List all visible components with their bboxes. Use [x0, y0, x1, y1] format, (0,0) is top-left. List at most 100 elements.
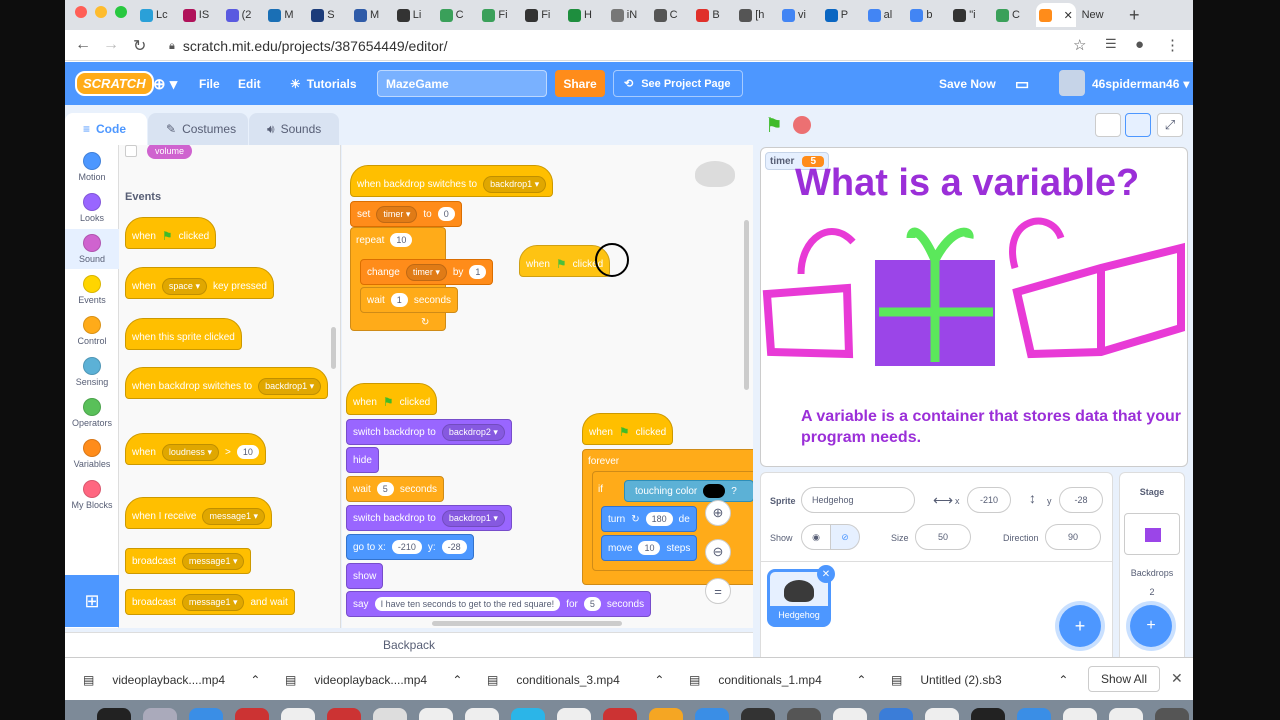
tab-sounds[interactable]: 🔊︎ Sounds	[249, 113, 339, 145]
add-backdrop-icon[interactable]: +	[1130, 605, 1172, 647]
repeat-count[interactable]: 10	[390, 233, 413, 247]
volume-reporter[interactable]: volume	[147, 145, 193, 159]
palette-when-flag-clicked[interactable]: when ⚑ clicked	[125, 217, 217, 249]
zoom-in-icon[interactable]: ⊕	[705, 500, 731, 526]
dock-app-icon[interactable]	[695, 708, 729, 720]
palette-broadcast-and-wait[interactable]: broadcast message1 ▾ and wait	[125, 589, 295, 615]
backdrop-dropdown[interactable]: backdrop2 ▾	[441, 423, 505, 441]
browser-tab[interactable]: M	[265, 3, 305, 27]
bookmark-star-icon[interactable]: ☆	[1073, 36, 1086, 54]
dock-app-icon[interactable]	[419, 708, 453, 720]
browser-tab[interactable]: C	[651, 3, 691, 27]
dock-app-icon[interactable]	[1155, 708, 1189, 720]
backpack-bar[interactable]: Backpack	[65, 632, 753, 657]
browser-tab[interactable]: S	[308, 3, 348, 27]
switch-backdrop-block[interactable]: switch backdrop to backdrop1 ▾	[346, 505, 512, 531]
change-value[interactable]: 1	[469, 265, 487, 279]
wait-block[interactable]: wait 5 seconds	[346, 476, 445, 502]
go-to-xy-block[interactable]: go to x: -210 y: -28	[346, 534, 474, 560]
category-looks[interactable]: Looks	[65, 188, 119, 228]
new-tab-button[interactable]: +	[1129, 5, 1140, 26]
touching-color-block[interactable]: touching color ?	[624, 480, 753, 502]
close-downloads-icon[interactable]: ✕	[1171, 670, 1183, 687]
close-tab-icon[interactable]: ✕	[1064, 9, 1073, 22]
change-variable-block[interactable]: change timer ▾ by 1	[360, 259, 494, 285]
profile-icon[interactable]: ●	[1135, 36, 1144, 53]
large-stage-icon[interactable]	[1125, 113, 1151, 137]
fullscreen-icon[interactable]: ⤢	[1157, 113, 1183, 137]
stage-selector[interactable]: Stage Backdrops 2 +	[1119, 472, 1185, 682]
color-swatch[interactable]	[703, 484, 726, 498]
hide-visible-icon[interactable]: ⊘	[830, 524, 860, 550]
browser-tab[interactable]: vi	[779, 3, 819, 27]
browser-tab[interactable]: C	[993, 3, 1033, 27]
share-button[interactable]: Share	[555, 70, 605, 97]
say-text[interactable]: I have ten seconds to get to the red squ…	[374, 597, 561, 611]
palette-when-backdrop-switches[interactable]: when backdrop switches to backdrop1 ▾	[125, 367, 329, 399]
show-all-button[interactable]: Show All	[1088, 666, 1160, 692]
account-menu[interactable]: 46spiderman46 ▾	[1092, 62, 1189, 105]
chevron-up-icon[interactable]: ⌃	[452, 673, 462, 687]
stage-canvas[interactable]: timer 5 What is a variable? A variable i…	[760, 147, 1188, 467]
category-my-blocks[interactable]: My Blocks	[65, 475, 119, 515]
palette-when-i-receive[interactable]: when I receive message1 ▾	[125, 497, 273, 529]
category-sound[interactable]: Sound	[65, 229, 119, 269]
download-item[interactable]: ▤ conditionals_1.mp4 ⌃	[689, 658, 866, 701]
browser-tab[interactable]: [h	[736, 3, 776, 27]
script-vertical-scrollbar[interactable]	[744, 220, 749, 390]
edit-menu[interactable]: Edit	[238, 62, 261, 105]
chevron-up-icon[interactable]: ⌃	[654, 673, 664, 687]
palette-scrollbar[interactable]	[331, 327, 336, 369]
message-dropdown[interactable]: message1 ▾	[181, 552, 245, 570]
dock-app-icon[interactable]	[373, 708, 407, 720]
dock-app-icon[interactable]	[787, 708, 821, 720]
dock-app-icon[interactable]	[511, 708, 545, 720]
dock-app-icon[interactable]	[557, 708, 591, 720]
download-item[interactable]: ▤ Untitled (2).sb3 ⌃	[891, 658, 1068, 701]
maximize-window-icon[interactable]	[115, 6, 127, 18]
y-value[interactable]: -28	[441, 540, 467, 554]
set-variable-block[interactable]: set timer ▾ to 0	[350, 201, 462, 227]
show-block[interactable]: show	[346, 563, 384, 589]
variable-dropdown[interactable]: timer ▾	[405, 263, 447, 281]
user-avatar[interactable]	[1059, 70, 1085, 96]
category-variables[interactable]: Variables	[65, 434, 119, 474]
volume-checkbox[interactable]	[125, 145, 137, 157]
say-seconds[interactable]: 5	[583, 597, 601, 611]
dock-app-icon[interactable]	[925, 708, 959, 720]
loudness-dropdown[interactable]: loudness ▾	[161, 443, 219, 461]
palette-when-key-pressed[interactable]: when space ▾ key pressed	[125, 267, 274, 299]
reload-icon[interactable]: ↻	[133, 36, 146, 56]
dock-app-icon[interactable]	[879, 708, 913, 720]
backdrop-dropdown[interactable]: backdrop1 ▾	[483, 175, 547, 193]
browser-tab[interactable]: IS	[180, 3, 220, 27]
message-dropdown[interactable]: message1 ▾	[181, 593, 245, 611]
category-sensing[interactable]: Sensing	[65, 352, 119, 392]
dock-app-icon[interactable]	[1063, 708, 1097, 720]
dock-app-icon[interactable]	[143, 708, 177, 720]
backdrop-dropdown[interactable]: backdrop1 ▾	[258, 377, 322, 395]
language-globe-icon[interactable]: ⊕ ▾	[153, 62, 177, 105]
chevron-up-icon[interactable]: ⌃	[250, 673, 260, 687]
dock-app-icon[interactable]	[741, 708, 775, 720]
wait-block[interactable]: wait 1 seconds	[360, 287, 459, 313]
move-steps[interactable]: 10	[638, 541, 661, 555]
browser-tab[interactable]: b	[907, 3, 947, 27]
browser-tab[interactable]: Li	[394, 3, 434, 27]
dock-app-icon[interactable]	[971, 708, 1005, 720]
loudness-value[interactable]: 10	[236, 445, 259, 459]
browser-tab[interactable]: B	[693, 3, 733, 27]
browser-menu-icon[interactable]: ⋮	[1165, 36, 1180, 54]
dock-app-icon[interactable]	[327, 708, 361, 720]
zoom-out-icon[interactable]: ⊖	[705, 539, 731, 565]
tutorials-menu[interactable]: ☀ Tutorials	[290, 62, 357, 105]
palette-broadcast[interactable]: broadcast message1 ▾	[125, 548, 252, 574]
say-for-seconds-block[interactable]: say I have ten seconds to get to the red …	[346, 591, 652, 617]
script-when-backdrop-switches[interactable]: when backdrop switches to backdrop1 ▾	[350, 165, 554, 197]
category-events[interactable]: Events	[65, 270, 119, 310]
my-stuff-folder-icon[interactable]: ▭	[1015, 62, 1029, 105]
browser-tab[interactable]: al	[865, 3, 905, 27]
browser-tab[interactable]: Lc	[137, 3, 177, 27]
palette-when-sprite-clicked[interactable]: when this sprite clicked	[125, 318, 242, 350]
browser-tab[interactable]: C	[437, 3, 477, 27]
